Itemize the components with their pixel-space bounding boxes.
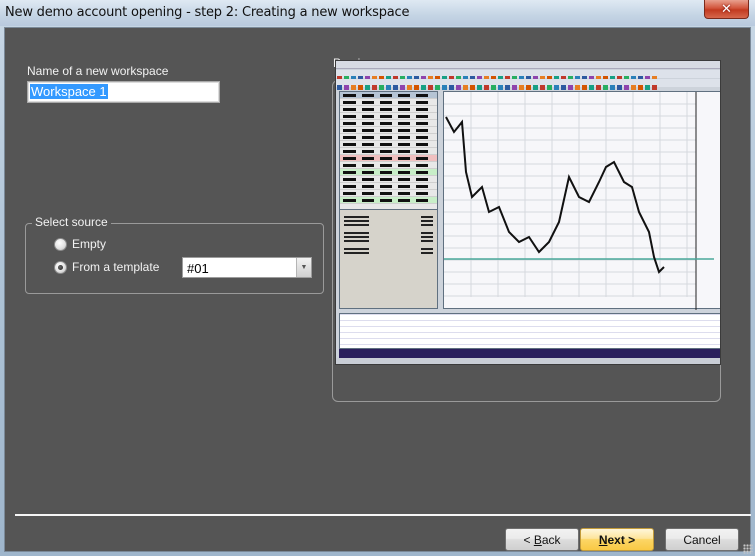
close-icon: ✕ [721, 1, 732, 17]
next-button[interactable]: Next > [580, 528, 654, 551]
workspace-preview-image [335, 60, 721, 365]
preview-price-chart [443, 91, 720, 310]
preview-bottom-tabs [339, 349, 720, 358]
preview-chart-svg [444, 92, 714, 310]
radio-from-template[interactable]: From a template [54, 260, 159, 274]
next-rest: ext > [607, 532, 636, 547]
resize-grip[interactable] [743, 544, 753, 554]
preview-status-bar [336, 358, 720, 364]
preview-positions-table [339, 313, 720, 349]
footer-divider [15, 514, 751, 516]
back-rest: ack [541, 532, 561, 547]
radio-template-button[interactable] [54, 260, 67, 274]
back-prefix: < [523, 532, 534, 547]
back-button[interactable]: < Back [505, 528, 579, 551]
window-title: New demo account opening - step 2: Creat… [5, 5, 410, 20]
workspace-name-input[interactable]: Workspace 1 [27, 81, 220, 103]
radio-empty-label: Empty [72, 237, 107, 251]
radio-empty-button[interactable] [54, 237, 67, 251]
preview-menu-bar [336, 61, 720, 69]
cancel-button[interactable]: Cancel [665, 528, 739, 551]
radio-empty[interactable]: Empty [54, 237, 106, 251]
preview-account-panel [339, 209, 438, 309]
preview-toolbar-1 [336, 70, 720, 81]
chevron-down-icon[interactable]: ▼ [296, 258, 311, 277]
radio-template-label: From a template [72, 260, 160, 274]
workspace-name-value: Workspace 1 [30, 84, 108, 99]
next-accel: N [598, 532, 608, 547]
template-select-value: #01 [187, 261, 209, 276]
select-source-legend: Select source [32, 215, 111, 229]
title-bar: New demo account opening - step 2: Creat… [0, 0, 755, 26]
close-button[interactable]: ✕ [704, 0, 749, 19]
preview-toolbar-2 [336, 79, 720, 90]
back-accel: B [533, 532, 542, 547]
workspace-name-label: Name of a new workspace [27, 64, 169, 78]
template-select[interactable]: #01 ▼ [182, 257, 312, 278]
